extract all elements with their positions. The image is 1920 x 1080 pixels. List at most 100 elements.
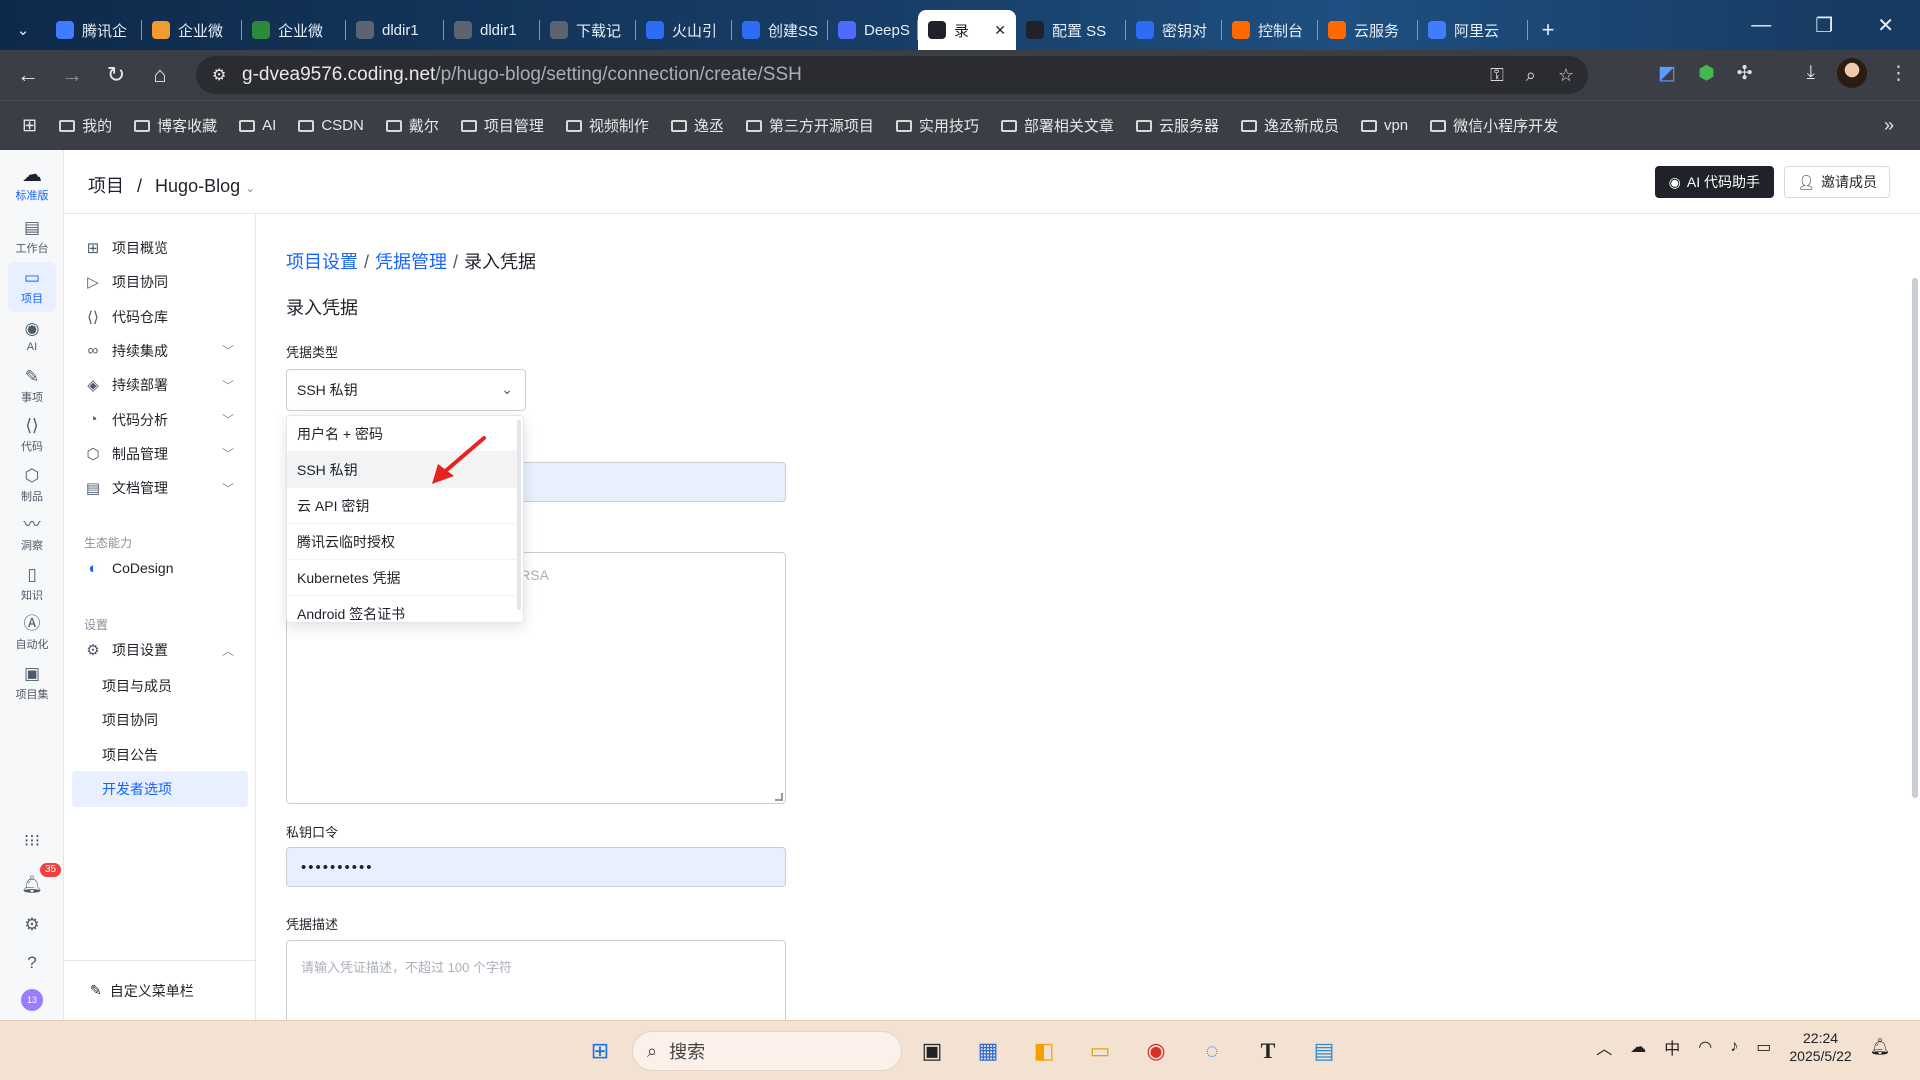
browser-tab[interactable]: DeepS bbox=[828, 10, 918, 50]
notepad-button[interactable]: ▤ bbox=[1304, 1031, 1344, 1071]
invite-member-button[interactable]: 👤︎ 邀请成员 bbox=[1784, 166, 1890, 198]
restore-icon[interactable]: ❐ bbox=[1815, 13, 1833, 38]
browser-tab[interactable]: 密钥对 bbox=[1126, 10, 1222, 50]
browser-tab[interactable]: 配置 SS bbox=[1016, 10, 1126, 50]
bookmark-folder[interactable]: 逸丞 bbox=[670, 115, 724, 136]
sublime-button[interactable]: ◧ bbox=[1024, 1031, 1064, 1071]
volume-icon[interactable]: ♪ bbox=[1730, 1038, 1738, 1056]
rail-item-ai[interactable]: ◉ AI bbox=[8, 311, 56, 361]
bookmark-folder[interactable]: 实用技巧 bbox=[895, 115, 979, 136]
rail-item-automation[interactable]: Ⓐ 自动化 bbox=[8, 608, 56, 658]
close-window-icon[interactable]: ✕ bbox=[1877, 13, 1894, 38]
ai-assistant-button[interactable]: ◉ AI 代码助手 bbox=[1654, 166, 1774, 198]
typora-button[interactable]: T bbox=[1248, 1031, 1288, 1071]
explorer-button[interactable]: ▭ bbox=[1080, 1031, 1120, 1071]
bookmark-folder[interactable]: 微信小程序开发 bbox=[1430, 115, 1558, 136]
bookmark-folder[interactable]: 逸丞新成员 bbox=[1240, 115, 1339, 136]
rail-item-artifact[interactable]: ⬡ 制品 bbox=[8, 460, 56, 510]
sidebar-item-5[interactable]: ◈ 持续部署 ﹀ bbox=[72, 367, 248, 403]
browser-tab[interactable]: 创建SS bbox=[732, 10, 828, 50]
crumb-projects[interactable]: 项目 bbox=[88, 176, 124, 196]
rail-item-program[interactable]: ▣ 项目集 bbox=[8, 658, 56, 708]
home-button[interactable]: ⌂ bbox=[138, 55, 182, 95]
more-menu-icon[interactable]: ⋮ bbox=[1889, 62, 1908, 85]
bookmark-folder[interactable]: CSDN bbox=[298, 115, 364, 136]
sidebar-subitem-2[interactable]: 项目协同 bbox=[72, 702, 248, 738]
page-scrollbar[interactable] bbox=[1910, 278, 1920, 838]
browser-tab[interactable]: 企业微 bbox=[242, 10, 346, 50]
start-button[interactable]: ⊞ bbox=[580, 1031, 620, 1071]
chevron-double-right-icon[interactable]: » bbox=[1884, 115, 1894, 136]
credential-type-select[interactable]: SSH 私钥 ⌄ bbox=[286, 369, 526, 411]
sidebar-item-8[interactable]: ▤ 文档管理 ﹀ bbox=[72, 470, 248, 506]
settings-button[interactable]: ⚙ bbox=[8, 906, 56, 946]
sidebar-item-7[interactable]: ⬡ 制品管理 ﹀ bbox=[72, 436, 248, 472]
browser-tab[interactable]: 下载记 bbox=[540, 10, 636, 50]
profile-avatar[interactable] bbox=[1837, 58, 1867, 88]
task-view-button[interactable]: ▣ bbox=[912, 1031, 952, 1071]
dropdown-option[interactable]: Kubernetes 凭据 bbox=[287, 560, 517, 596]
site-info-icon[interactable]: ⚙ bbox=[212, 65, 226, 85]
rail-item-project[interactable]: ▭ 项目 bbox=[8, 261, 56, 312]
passphrase-input[interactable]: •••••••••• bbox=[286, 847, 786, 887]
puzzle-icon[interactable]: ✣ bbox=[1737, 62, 1753, 85]
sidebar-item-4[interactable]: ∞ 持续集成 ﹀ bbox=[72, 333, 248, 369]
edition-logo[interactable]: ☁ 标准版 bbox=[8, 160, 56, 208]
rail-item-insight[interactable]: 〰洞察 bbox=[8, 509, 56, 559]
dropdown-option[interactable]: Android 签名证书 bbox=[287, 596, 517, 622]
bookmark-folder[interactable]: 云服务器 bbox=[1135, 115, 1219, 136]
new-tab-button[interactable]: + bbox=[1528, 10, 1568, 50]
user-avatar[interactable]: 13 bbox=[8, 984, 56, 1016]
browser-tab[interactable]: 录 ✕ bbox=[918, 10, 1016, 50]
apps-grid-icon[interactable]: ⊞ bbox=[22, 115, 37, 136]
rail-item-code[interactable]: ⟨⟩ 代码 bbox=[8, 410, 56, 460]
more-apps-button[interactable]: ⁝⁝⁝ bbox=[8, 822, 56, 862]
download-icon[interactable]: ⤓ bbox=[1807, 62, 1815, 84]
sidebar-subitem-4[interactable]: 开发者选项 bbox=[72, 770, 248, 807]
chat-button[interactable]: ◌ bbox=[1192, 1031, 1232, 1071]
reload-button[interactable]: ↻ bbox=[94, 55, 138, 95]
cloud-off-icon[interactable]: ☁ bbox=[1630, 1037, 1646, 1057]
zoom-icon[interactable]: ⌕ bbox=[1526, 65, 1536, 86]
bookmark-folder[interactable]: 我的 bbox=[59, 115, 112, 136]
clock[interactable]: 22:24 2025/5/22 bbox=[1789, 1029, 1851, 1065]
browser-tab[interactable]: 腾讯企 bbox=[46, 10, 142, 50]
sidebar-subitem-1[interactable]: 项目与成员 bbox=[72, 668, 248, 704]
project-switcher[interactable]: Hugo-Blog bbox=[155, 176, 240, 196]
sidebar-subitem-3[interactable]: 项目公告 bbox=[72, 737, 248, 773]
crumb-credentials[interactable]: 凭据管理 bbox=[375, 252, 447, 272]
dropdown-option[interactable]: 腾讯云临时授权 bbox=[287, 524, 517, 560]
close-tab-icon[interactable]: ✕ bbox=[994, 22, 1006, 39]
store-button[interactable]: ▦ bbox=[968, 1031, 1008, 1071]
dropdown-scrollbar[interactable] bbox=[517, 420, 521, 610]
chevron-down-icon[interactable]: ⌄ bbox=[245, 181, 255, 195]
help-button[interactable]: ? bbox=[8, 946, 56, 982]
notifications-button[interactable]: 🔔︎ 35 bbox=[8, 863, 62, 906]
rail-item-issue[interactable]: ✎ 事项 bbox=[8, 361, 56, 411]
browser-tab[interactable]: dldir1 bbox=[346, 10, 444, 50]
battery-icon[interactable]: ▭ bbox=[1756, 1037, 1771, 1057]
bookmark-folder[interactable]: 戴尔 bbox=[385, 115, 439, 136]
browser-tab[interactable]: dldir1 bbox=[444, 10, 540, 50]
dropdown-option[interactable]: 云 API 密钥 bbox=[287, 488, 517, 524]
forward-button[interactable]: → bbox=[50, 55, 94, 95]
bookmark-folder[interactable]: 第三方开源项目 bbox=[745, 115, 874, 136]
sidebar-item-settings[interactable]: ⚙ 项目设置 ︿ bbox=[72, 632, 248, 668]
description-textarea[interactable]: 请输入凭证描述，不超过 100 个字符 bbox=[286, 940, 786, 1020]
crumb-settings[interactable]: 项目设置 bbox=[286, 252, 358, 272]
bookmark-folder[interactable]: 项目管理 bbox=[460, 115, 544, 136]
browser-tab[interactable]: 企业微 bbox=[142, 10, 242, 50]
minimize-icon[interactable]: — bbox=[1751, 14, 1771, 37]
bookmark-folder[interactable]: AI bbox=[239, 115, 276, 136]
ime-indicator[interactable]: 中 bbox=[1664, 1035, 1680, 1059]
sidebar-item-3[interactable]: ⟨⟩ 代码仓库 bbox=[72, 299, 248, 335]
taskbar-search[interactable]: ⌕ 搜索 bbox=[632, 1031, 902, 1071]
browser-tab[interactable]: 火山引 bbox=[636, 10, 732, 50]
notification-center-icon[interactable]: 🔔︎ bbox=[1870, 1037, 1890, 1057]
resize-handle[interactable] bbox=[775, 793, 783, 801]
browser-tab[interactable]: 控制台 bbox=[1222, 10, 1318, 50]
tab-search-button[interactable]: ⌄ bbox=[0, 10, 46, 50]
omnibox[interactable]: ⚙ g-dvea9576.coding.net/p/hugo-blog/sett… bbox=[196, 56, 1588, 94]
bookmark-folder[interactable]: 博客收藏 bbox=[134, 115, 217, 136]
key-icon[interactable]: ⚿ bbox=[1490, 65, 1504, 86]
